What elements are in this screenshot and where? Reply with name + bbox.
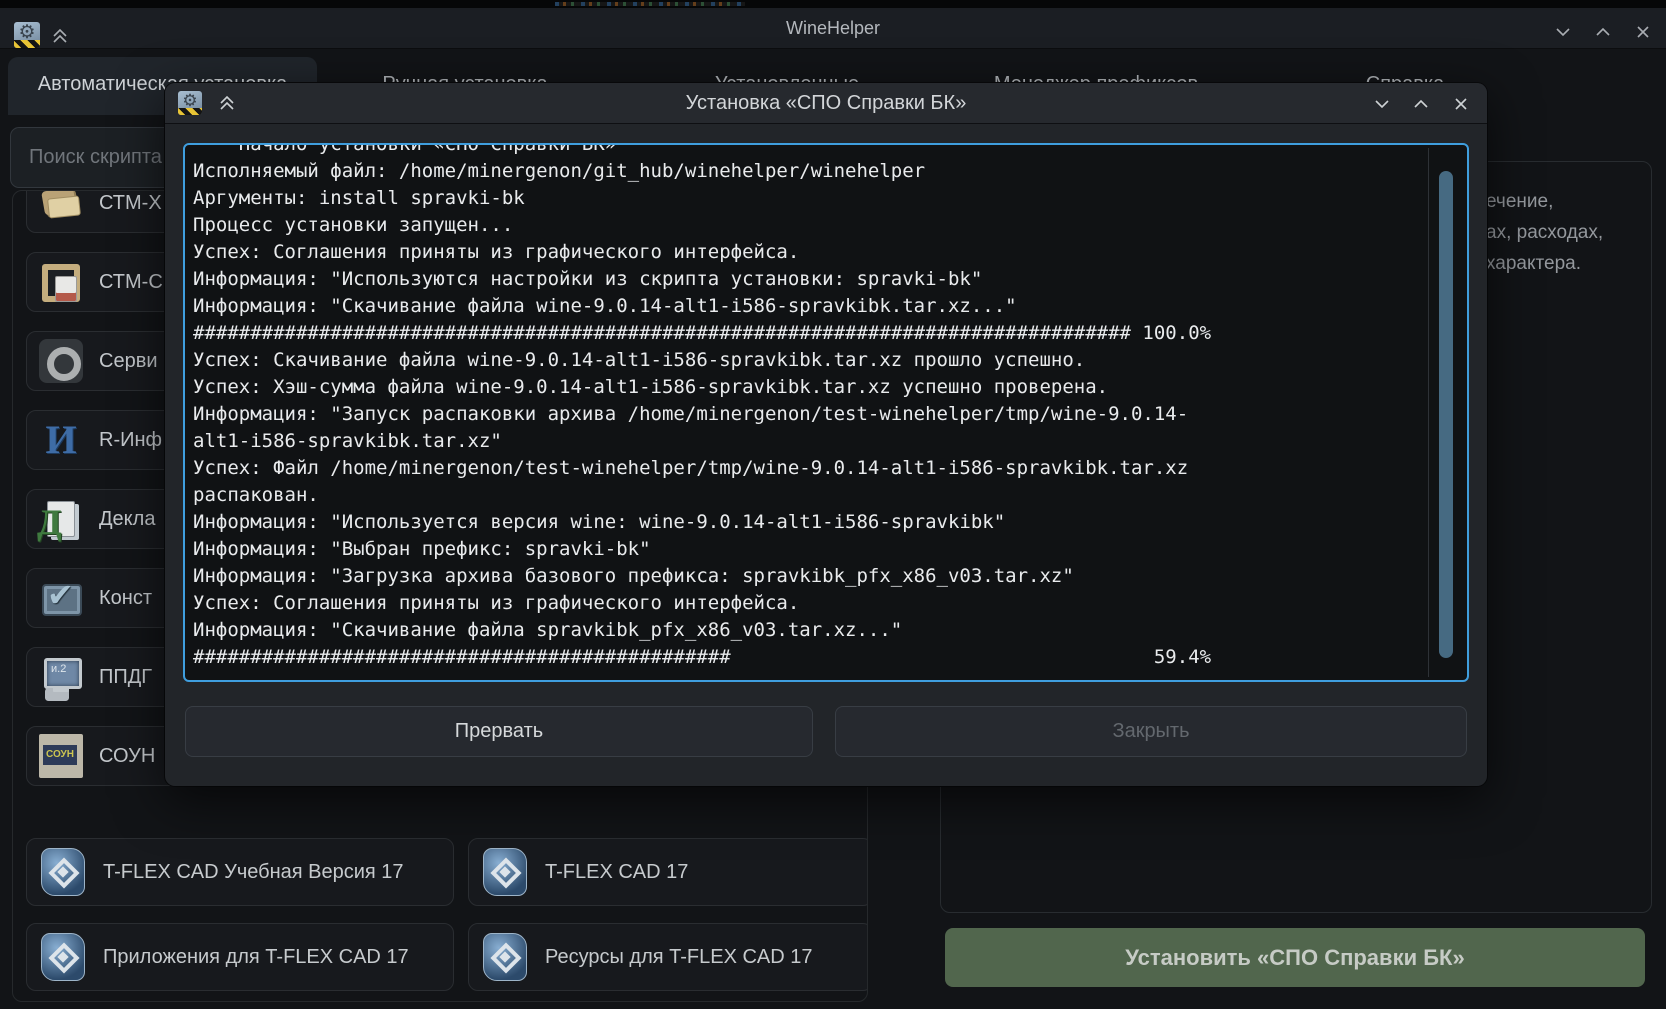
log-line: Информация: "Используется версия wine: w…: [193, 509, 1423, 536]
log-line: Информация: "Используются настройки из с…: [193, 266, 1423, 293]
tflex-icon: [483, 848, 527, 896]
install-dialog: ⚙ Установка «СПО Справки БК» Начало уста…: [165, 83, 1487, 786]
tflex-tile[interactable]: Ресурсы для T-FLEX CAD 17: [468, 923, 868, 991]
log-line: Успех: Хэш-сумма файла wine-9.0.14-alt1-…: [193, 374, 1423, 401]
log-line: Успех: Соглашения приняты из графическог…: [193, 590, 1423, 617]
stm-folder-icon: [39, 190, 83, 225]
dialog-close-button[interactable]: [1451, 94, 1471, 114]
tflex-tile-label: T-FLEX CAD 17: [545, 861, 688, 884]
monitor-icon: [39, 655, 83, 699]
screen: ⚙ WineHelper Автоматическая установкаРуч…: [0, 0, 1666, 1009]
log-line: alt1-i586-spravkibk.tar.xz": [193, 428, 1423, 455]
script-item-label: СОУН: [99, 745, 155, 768]
log-line: Информация: "Скачивание файла wine-9.0.1…: [193, 293, 1423, 320]
script-item-label: Декла: [99, 508, 155, 531]
log-line: Успех: Скачивание файла wine-9.0.14-alt1…: [193, 347, 1423, 374]
log-scrollbar-thumb[interactable]: [1439, 171, 1453, 658]
log-line: Информация: "Выбран префикс: spravki-bk": [193, 536, 1423, 563]
background-window-sliver: [0, 0, 1666, 8]
log-line: Аргументы: install spravki-bk: [193, 185, 1423, 212]
abort-button[interactable]: Прервать: [185, 706, 813, 757]
script-item-label: ППДГ: [99, 666, 152, 689]
tflex-tile-label: Приложения для T-FLEX CAD 17: [103, 946, 409, 969]
dialog-minimize-button[interactable]: [1372, 94, 1392, 114]
close-button[interactable]: [1633, 22, 1653, 42]
log-scrollbar-track[interactable]: [1428, 148, 1429, 677]
tflex-tile[interactable]: Приложения для T-FLEX CAD 17: [26, 923, 454, 991]
description-text: ечение,ах, расходах,характера.: [1486, 186, 1603, 279]
tflex-tile-label: Ресурсы для T-FLEX CAD 17: [545, 946, 813, 969]
tflex-icon: [483, 933, 527, 981]
dialog-maximize-button[interactable]: [1411, 94, 1431, 114]
log-line: Процесс установки запущен...: [193, 212, 1423, 239]
dialog-title: Установка «СПО Справки БК»: [165, 83, 1487, 124]
log-line: Успех: Файл /home/minergenon/test-winehe…: [193, 455, 1423, 482]
close-dialog-button[interactable]: Закрыть: [835, 706, 1467, 757]
description-line: ечение,: [1486, 186, 1603, 217]
main-titlebar: ⚙ WineHelper: [0, 8, 1666, 49]
log-line: распакован.: [193, 482, 1423, 509]
tflex-icon: [41, 848, 85, 896]
description-line: ах, расходах,: [1486, 217, 1603, 248]
tflex-tile-label: T-FLEX CAD Учебная Версия 17: [103, 861, 404, 884]
log-line: Исполняемый файл: /home/minergenon/git_h…: [193, 158, 1423, 185]
soun-icon: [39, 734, 83, 778]
minimize-button[interactable]: [1553, 22, 1573, 42]
script-item-label: Серви: [99, 350, 158, 373]
log-line: Начало установки «СПО Справки БК»: [193, 143, 1423, 158]
log-line: Информация: "Скачивание файла spravkibk_…: [193, 617, 1423, 644]
install-log[interactable]: Начало установки «СПО Справки БК»Исполня…: [183, 143, 1469, 682]
tflex-icon: [41, 933, 85, 981]
script-item-label: Конст: [99, 587, 152, 610]
script-item-label: R-Инф: [99, 429, 162, 452]
install-button[interactable]: Установить «СПО Справки БК»: [945, 928, 1645, 987]
log-line: Информация: "Загрузка архива базового пр…: [193, 563, 1423, 590]
log-line: Успех: Соглашения приняты из графическог…: [193, 239, 1423, 266]
stm-frame-icon: [39, 260, 83, 304]
window-title: WineHelper: [0, 8, 1666, 48]
tflex-tile[interactable]: T-FLEX CAD 17: [468, 838, 868, 906]
check-monitor-icon: [39, 576, 83, 620]
log-lines: Начало установки «СПО Справки БК»Исполня…: [193, 143, 1423, 671]
script-item-label: СТМ-С: [99, 271, 163, 294]
log-line: ########################################…: [193, 320, 1423, 347]
ring-icon: [39, 339, 83, 383]
background-window-noise: [555, 2, 745, 6]
maximize-button[interactable]: [1593, 22, 1613, 42]
description-line: характера.: [1486, 248, 1603, 279]
script-item-label: СТМ-Х: [99, 192, 162, 215]
r-inf-icon: [39, 418, 83, 462]
tflex-tile[interactable]: T-FLEX CAD Учебная Версия 17: [26, 838, 454, 906]
log-line: ########################################…: [193, 644, 1423, 671]
dialog-titlebar: ⚙ Установка «СПО Справки БК»: [165, 83, 1487, 124]
log-line: Информация: "Запуск распаковки архива /h…: [193, 401, 1423, 428]
decl-icon: [39, 497, 83, 541]
